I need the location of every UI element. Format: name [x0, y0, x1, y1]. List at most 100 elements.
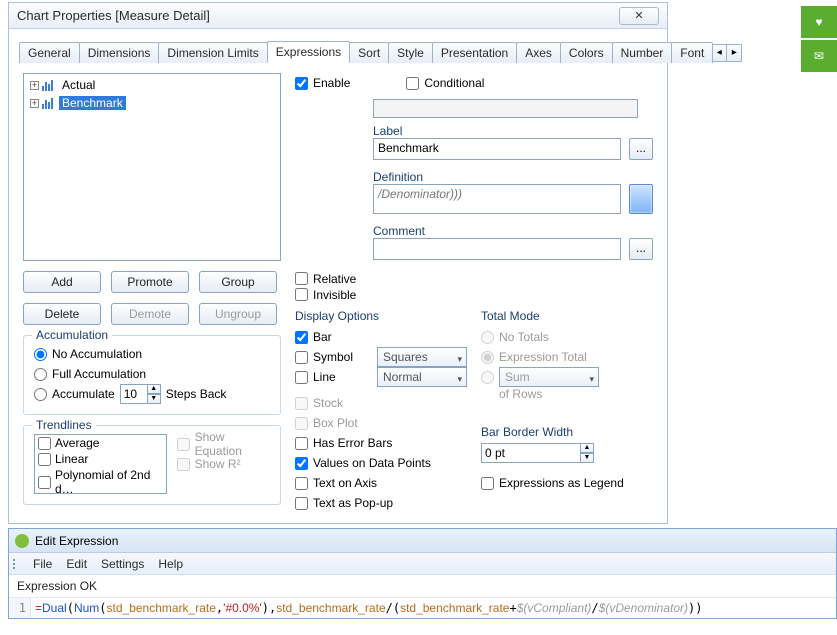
enable-checkbox[interactable]: Enable — [295, 73, 350, 93]
relative-checkbox[interactable]: Relative — [295, 271, 653, 287]
radio-input[interactable] — [481, 351, 494, 364]
checkbox-input[interactable] — [177, 458, 190, 471]
text-on-axis-checkbox[interactable]: Text on Axis — [295, 473, 467, 493]
add-button[interactable]: Add — [23, 271, 101, 293]
checkbox-input[interactable] — [295, 437, 308, 450]
conditional-checkbox[interactable]: Conditional — [406, 73, 484, 93]
checkbox-input[interactable] — [38, 476, 51, 489]
expand-icon[interactable]: + — [30, 99, 39, 108]
expression-editor[interactable]: 1 =Dual(Num(std_benchmark_rate,'#0.0%'),… — [9, 598, 836, 618]
tab-number[interactable]: Number — [612, 42, 673, 63]
group-button[interactable]: Group — [199, 271, 277, 293]
radio-sum[interactable] — [481, 371, 494, 384]
text-as-popup-checkbox[interactable]: Text as Pop-up — [295, 493, 467, 513]
promote-button[interactable]: Promote — [111, 271, 189, 293]
error-bars-checkbox[interactable]: Has Error Bars — [295, 433, 467, 453]
delete-button[interactable]: Delete — [23, 303, 101, 325]
dialog-titlebar[interactable]: Chart Properties [Measure Detail] ✕ — [9, 3, 667, 29]
checkbox-input[interactable] — [406, 77, 419, 90]
menu-edit[interactable]: Edit — [66, 557, 87, 571]
checkbox-input[interactable] — [295, 272, 308, 285]
list-item[interactable]: Linear — [35, 451, 166, 467]
mail-button[interactable]: ✉ — [801, 40, 837, 74]
radio-input[interactable] — [481, 331, 494, 344]
radio-full-accumulation[interactable]: Full Accumulation — [34, 364, 270, 384]
line-combo[interactable]: Normal — [377, 367, 467, 387]
tree-item-benchmark[interactable]: + Benchmark — [26, 94, 278, 112]
bar-border-input[interactable] — [481, 443, 581, 463]
symbol-checkbox[interactable] — [295, 351, 308, 364]
checkbox-input[interactable] — [38, 453, 51, 466]
line-checkbox[interactable] — [295, 371, 308, 384]
radio-input[interactable] — [34, 348, 47, 361]
definition-edit-button[interactable] — [629, 184, 653, 214]
tree-item-actual[interactable]: + Actual — [26, 76, 278, 94]
menu-settings[interactable]: Settings — [101, 557, 144, 571]
tab-scroll-right[interactable]: ▸ — [726, 44, 742, 62]
total-function-combo[interactable]: Sum — [499, 367, 599, 387]
trendlines-list[interactable]: Average Linear Polynomial of 2nd d… — [34, 434, 167, 494]
comment-field[interactable] — [373, 238, 621, 260]
code-line[interactable]: =Dual(Num(std_benchmark_rate,'#0.0%'),st… — [31, 598, 706, 618]
label-field[interactable]: Benchmark — [373, 138, 621, 160]
tab-expressions[interactable]: Expressions — [267, 41, 350, 63]
label-browse-button[interactable]: ... — [629, 138, 653, 160]
radio-accumulate[interactable] — [34, 388, 47, 401]
close-button[interactable]: ✕ — [619, 7, 659, 25]
checkbox-input[interactable] — [295, 477, 308, 490]
checkbox-input[interactable] — [295, 457, 308, 470]
radio-no-accumulation[interactable]: No Accumulation — [34, 344, 270, 364]
checkbox-input[interactable] — [38, 437, 51, 450]
values-on-points-checkbox[interactable]: Values on Data Points — [295, 453, 467, 473]
menu-file[interactable]: File — [33, 557, 52, 571]
tab-dimensions[interactable]: Dimensions — [79, 42, 160, 63]
checkbox-input[interactable] — [295, 417, 308, 430]
tab-dimension-limits[interactable]: Dimension Limits — [158, 42, 267, 63]
bar-checkbox[interactable]: Bar — [295, 327, 467, 347]
favorite-button[interactable]: ♥ — [801, 6, 837, 40]
tab-general[interactable]: General — [19, 42, 80, 63]
spin-up-icon[interactable]: ▲ — [147, 384, 161, 394]
list-item[interactable]: Polynomial of 2nd d… — [35, 467, 166, 494]
checkbox-input[interactable] — [295, 331, 308, 344]
steps-back-spinner[interactable]: ▲▼ — [120, 384, 161, 404]
list-item[interactable]: Average — [35, 435, 166, 451]
tab-colors[interactable]: Colors — [560, 42, 613, 63]
tab-sort[interactable]: Sort — [349, 42, 389, 63]
comment-browse-button[interactable]: ... — [629, 238, 653, 260]
bar-border-spinner[interactable]: ▲▼ — [481, 443, 594, 463]
expression-tree[interactable]: + Actual + Benchmark — [23, 73, 281, 261]
radio-expression-total[interactable]: Expression Total — [481, 347, 653, 367]
expressions-as-legend-checkbox[interactable]: Expressions as Legend — [481, 473, 653, 493]
spin-down-icon[interactable]: ▼ — [147, 394, 161, 404]
tab-style[interactable]: Style — [388, 42, 433, 63]
tab-presentation[interactable]: Presentation — [432, 42, 517, 63]
boxplot-checkbox[interactable]: Box Plot — [295, 413, 467, 433]
ungroup-button[interactable]: Ungroup — [199, 303, 277, 325]
edit-expression-titlebar[interactable]: Edit Expression — [9, 529, 836, 553]
conditional-field[interactable] — [373, 99, 638, 118]
radio-input[interactable] — [34, 368, 47, 381]
checkbox-input[interactable] — [177, 438, 190, 451]
checkbox-input[interactable] — [295, 288, 308, 301]
symbol-combo[interactable]: Squares Filled — [377, 347, 467, 367]
radio-no-totals[interactable]: No Totals — [481, 327, 653, 347]
checkbox-input[interactable] — [295, 77, 308, 90]
demote-button[interactable]: Demote — [111, 303, 189, 325]
expand-icon[interactable]: + — [30, 81, 39, 90]
tab-axes[interactable]: Axes — [516, 42, 561, 63]
checkbox-input[interactable] — [481, 477, 494, 490]
steps-back-input[interactable] — [120, 384, 148, 404]
tab-scroll-left[interactable]: ◂ — [711, 44, 727, 62]
invisible-checkbox[interactable]: Invisible — [295, 287, 653, 303]
stock-checkbox[interactable]: Stock — [295, 393, 467, 413]
spin-up-icon[interactable]: ▲ — [580, 443, 594, 453]
spin-down-icon[interactable]: ▼ — [580, 453, 594, 463]
show-equation-checkbox[interactable]: Show Equation — [177, 434, 270, 454]
checkbox-input[interactable] — [295, 497, 308, 510]
checkbox-input[interactable] — [295, 397, 308, 410]
tab-font[interactable]: Font — [671, 42, 713, 63]
menu-help[interactable]: Help — [158, 557, 183, 571]
grip-icon[interactable] — [13, 559, 15, 569]
definition-field[interactable]: /Denominator))) — [373, 184, 621, 214]
